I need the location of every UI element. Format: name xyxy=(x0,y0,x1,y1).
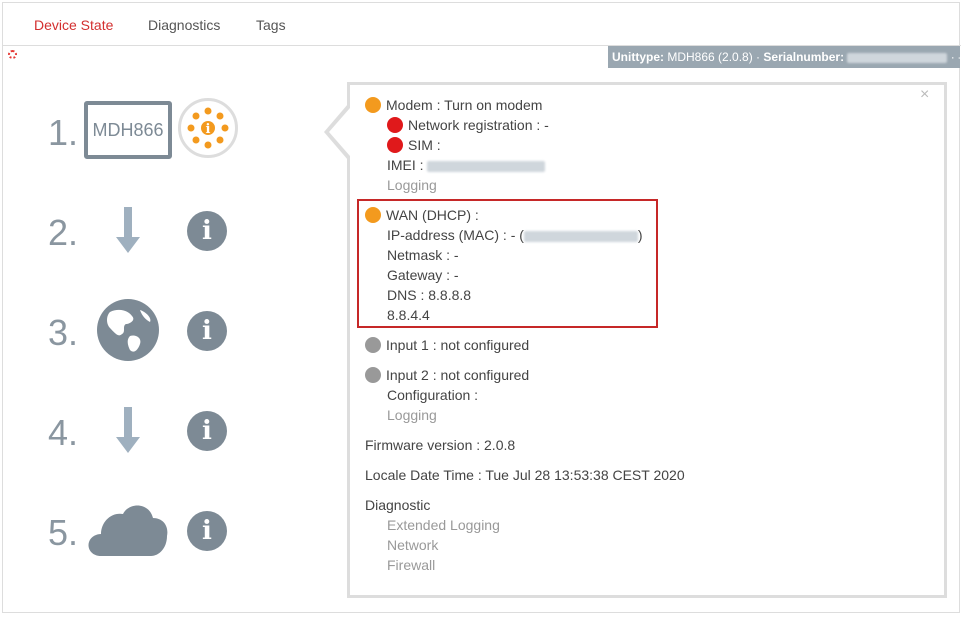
network-registration-text: Network registration : - xyxy=(408,117,549,133)
modem-status-row: Modem : Turn on modem xyxy=(365,97,542,113)
gateway-row: Gateway : - xyxy=(387,267,459,283)
close-icon[interactable]: × xyxy=(920,86,929,104)
imei-redacted xyxy=(427,160,546,172)
input-logging-link[interactable]: Logging xyxy=(387,407,437,423)
configuration-row: Configuration : xyxy=(387,387,479,403)
tab-device-state[interactable]: Device State xyxy=(34,17,113,33)
sim-text: SIM : xyxy=(408,137,441,153)
tab-diagnostics[interactable]: Diagnostics xyxy=(148,17,220,33)
dns-secondary-row: 8.8.4.4 xyxy=(387,307,430,323)
panel-pointer-inner xyxy=(329,108,350,156)
modem-status-text: Modem : Turn on modem xyxy=(386,97,543,113)
status-red-icon xyxy=(387,117,403,133)
unittype-label: Unittype: xyxy=(612,50,664,64)
orange-info-dots-icon: i xyxy=(187,107,229,149)
serialnumber-label: Serialnumber: xyxy=(763,50,845,64)
status-orange-icon xyxy=(365,97,381,113)
step-3-number: 3. xyxy=(48,312,79,353)
input1-row: Input 1 : not configured xyxy=(365,337,529,353)
svg-text:i: i xyxy=(206,122,211,137)
modem-status-info-button[interactable]: i xyxy=(178,98,238,158)
extended-logging-link[interactable]: Extended Logging xyxy=(387,517,500,533)
status-grey-icon xyxy=(365,337,381,353)
modem-logging-link[interactable]: Logging xyxy=(387,177,437,193)
status-grey-icon xyxy=(365,367,381,383)
cloud-icon xyxy=(88,505,168,556)
input2-text: Input 2 : not configured xyxy=(386,367,530,383)
tab-tags[interactable]: Tags xyxy=(256,17,286,33)
imei-label: IMEI : xyxy=(387,157,424,173)
network-registration-row: Network registration : - xyxy=(387,117,549,133)
sim-row: SIM : xyxy=(387,137,441,153)
imei-row: IMEI : xyxy=(387,157,546,173)
firewall-link[interactable]: Firewall xyxy=(387,557,435,573)
wan-status-row: WAN (DHCP) : xyxy=(365,207,479,223)
ip-address-row: IP-address (MAC) : - () xyxy=(387,227,643,243)
dns-primary-row: DNS : 8.8.8.8 xyxy=(387,287,472,303)
modem-model-label: MDH866 xyxy=(92,119,164,140)
unittype-value: MDH866 (2.0.8) xyxy=(667,50,753,64)
globe-icon xyxy=(97,299,159,361)
unit-info-bar: Unittype: MDH866 (2.0.8) · Serialnumber:… xyxy=(608,46,960,68)
cloud-link-info-icon[interactable]: i xyxy=(187,411,227,451)
arrow-down-icon xyxy=(116,207,140,253)
arrow-down-icon xyxy=(116,407,140,453)
input1-text: Input 1 : not configured xyxy=(386,337,530,353)
modem-device-icon[interactable]: MDH866 xyxy=(84,101,172,159)
netmask-row: Netmask : - xyxy=(387,247,459,263)
loading-spinner-icon xyxy=(8,50,17,59)
ip-address-close: ) xyxy=(637,227,643,243)
step-5-number: 5. xyxy=(48,512,79,553)
step-1-number: 1. xyxy=(48,112,79,153)
tab-bar: Device State Diagnostics Tags xyxy=(3,3,961,46)
mac-redacted xyxy=(523,230,638,242)
serialnumber-redacted xyxy=(847,52,948,63)
network-link[interactable]: Network xyxy=(387,537,438,553)
input2-row: Input 2 : not configured xyxy=(365,367,529,383)
step-2-number: 2. xyxy=(48,212,79,253)
status-orange-icon xyxy=(365,207,381,223)
internet-info-icon[interactable]: i xyxy=(187,311,227,351)
ip-address-label: IP-address (MAC) : - ( xyxy=(387,227,524,243)
wan-info-icon[interactable]: i xyxy=(187,211,227,251)
cloud-info-icon[interactable]: i xyxy=(187,511,227,551)
firmware-version-row: Firmware version : 2.0.8 xyxy=(365,437,516,453)
status-red-icon xyxy=(387,137,403,153)
wan-title: WAN (DHCP) : xyxy=(386,207,479,223)
diagnostic-heading: Diagnostic xyxy=(365,497,431,513)
locale-date-time-row: Locale Date Time : Tue Jul 28 13:53:38 C… xyxy=(365,467,685,483)
step-4-number: 4. xyxy=(48,412,79,453)
